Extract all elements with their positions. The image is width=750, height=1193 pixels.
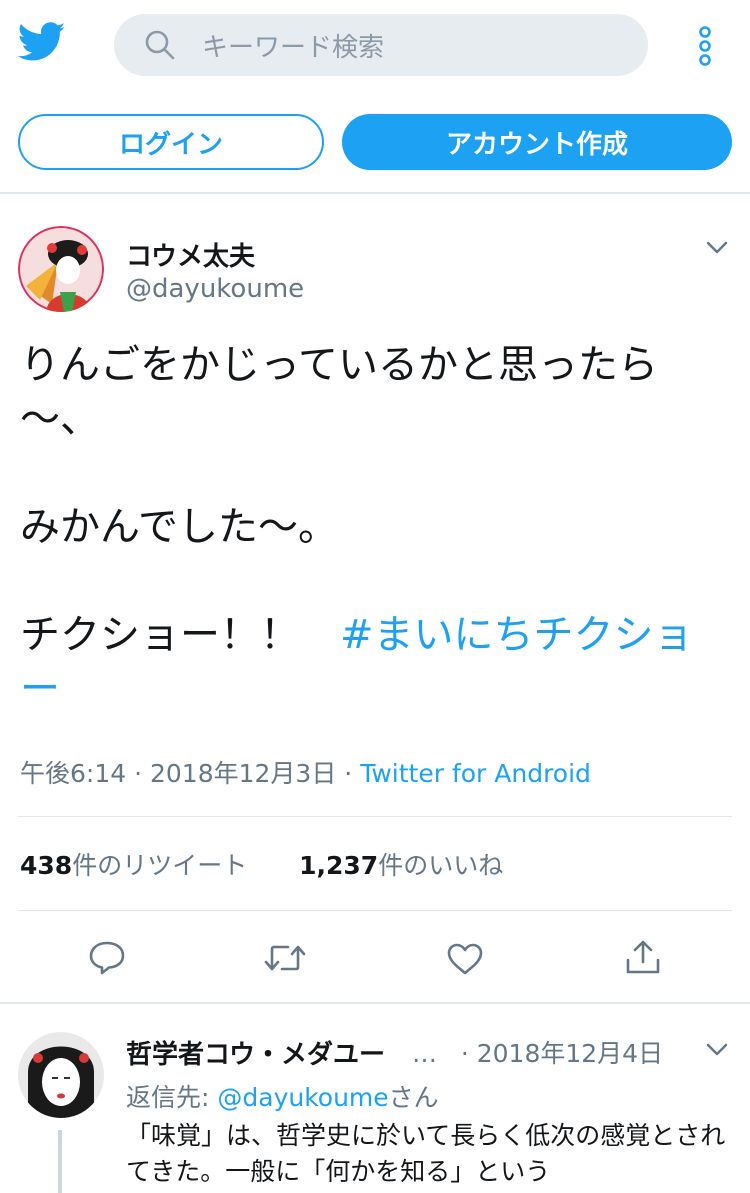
tweet-meta: 午後6:14 · 2018年12月3日 · Twitter for Androi… bbox=[20, 754, 591, 790]
reply-chevron-down-icon[interactable] bbox=[706, 1042, 728, 1062]
reply-icon[interactable] bbox=[88, 940, 126, 976]
reply-avatar[interactable] bbox=[18, 1032, 104, 1118]
like-icon[interactable] bbox=[446, 942, 484, 976]
reply-to-suffix: さん bbox=[388, 1083, 439, 1112]
reply-meta: … · 2018年12月4日 bbox=[412, 1034, 663, 1070]
like-count: 1,237 bbox=[299, 851, 379, 880]
tweet-body: りんごをかじっているかと思ったら 〜、 みかんでした〜。 チクショー！！ bbox=[20, 342, 658, 658]
retweet-stat[interactable]: 438件のリツイート bbox=[20, 851, 247, 880]
search-input[interactable]: キーワード検索 bbox=[114, 14, 648, 76]
meta-separator: · bbox=[344, 759, 361, 788]
author-handle[interactable]: @dayukoume bbox=[126, 274, 304, 304]
reply-to-line: 返信先: @dayukoumeさん bbox=[126, 1078, 439, 1114]
login-button[interactable]: ログイン bbox=[18, 114, 324, 170]
retweet-icon[interactable] bbox=[264, 942, 306, 974]
header-divider bbox=[0, 192, 750, 194]
reply-date[interactable]: 2018年12月4日 bbox=[477, 1039, 663, 1068]
author-name[interactable]: コウメ太夫 bbox=[126, 236, 255, 273]
reply-to-mention[interactable]: @dayukoume bbox=[217, 1083, 388, 1112]
avatar[interactable] bbox=[18, 226, 104, 312]
twitter-logo-icon[interactable] bbox=[17, 22, 66, 66]
like-stat[interactable]: 1,237件のいいね bbox=[299, 851, 503, 880]
share-icon[interactable] bbox=[624, 938, 662, 976]
reply-to-prefix: 返信先: bbox=[126, 1083, 218, 1112]
tweet-text: りんごをかじっているかと思ったら 〜、 みかんでした〜。 チクショー！！ #まい… bbox=[20, 338, 710, 716]
more-vertical-icon[interactable] bbox=[696, 26, 714, 70]
thread-line bbox=[58, 1130, 62, 1193]
search-icon bbox=[145, 30, 175, 60]
stats-divider bbox=[18, 910, 732, 911]
tweet-source[interactable]: Twitter for Android bbox=[360, 759, 591, 788]
reply-ellipsis: … bbox=[412, 1039, 437, 1068]
search-placeholder: キーワード検索 bbox=[202, 32, 385, 63]
meta-divider bbox=[18, 816, 732, 817]
reply-text: 「味覚」は、哲学史に於いて長らく低次の感覚とされてきた。一般に「何かを知る」とい… bbox=[126, 1121, 726, 1186]
retweet-label: 件のリツイート bbox=[72, 851, 248, 880]
meta-separator: · bbox=[134, 759, 150, 788]
chevron-down-icon[interactable] bbox=[706, 240, 728, 260]
tweet-date[interactable]: 2018年12月3日 bbox=[150, 759, 336, 788]
tweet-time[interactable]: 午後6:14 bbox=[20, 759, 126, 788]
tweet-stats: 438件のリツイート 1,237件のいいね bbox=[20, 846, 503, 882]
signup-button[interactable]: アカウント作成 bbox=[342, 114, 732, 170]
tweet-divider bbox=[0, 1002, 750, 1004]
meta-separator: · bbox=[444, 1039, 477, 1068]
reply-author-name[interactable]: 哲学者コウ・メダユー bbox=[126, 1034, 385, 1071]
retweet-count: 438 bbox=[20, 851, 73, 880]
like-label: 件のいいね bbox=[378, 851, 504, 880]
